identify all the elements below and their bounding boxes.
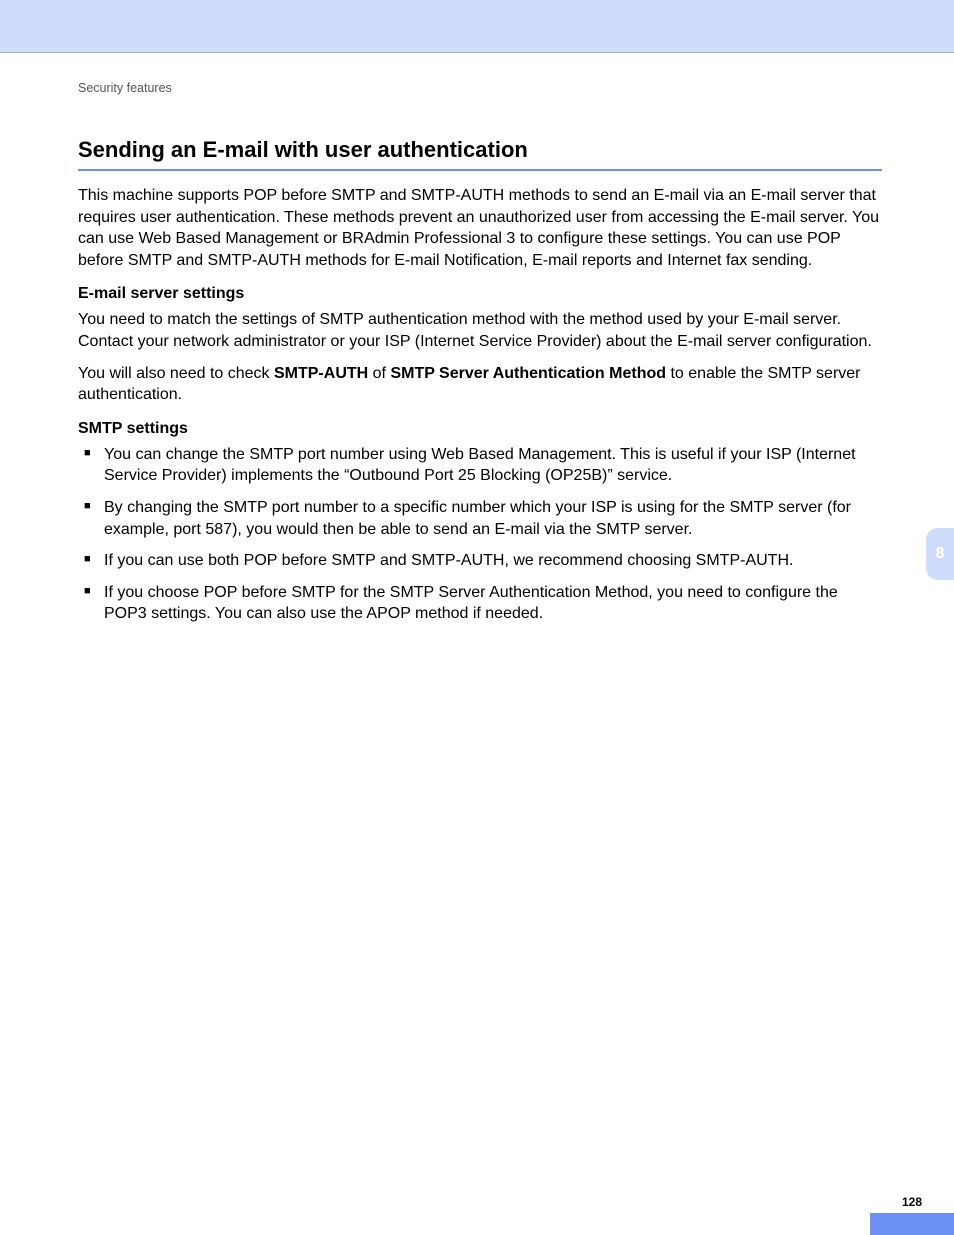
- section-heading-smtp-settings: SMTP settings: [78, 420, 882, 438]
- breadcrumb: Security features: [78, 81, 882, 95]
- section-heading-email-server: E-mail server settings: [78, 285, 882, 303]
- email-server-paragraph-2: You will also need to check SMTP-AUTH of…: [78, 363, 882, 406]
- smtp-bullet-list: You can change the SMTP port number usin…: [78, 444, 882, 625]
- intro-paragraph: This machine supports POP before SMTP an…: [78, 185, 882, 271]
- top-header-bar: [0, 0, 954, 52]
- bold-smtp-server-auth-method: SMTP Server Authentication Method: [390, 365, 666, 382]
- list-item: If you can use both POP before SMTP and …: [84, 550, 882, 572]
- chapter-tab: 8: [926, 528, 954, 580]
- list-item: By changing the SMTP port number to a sp…: [84, 497, 882, 540]
- text-fragment: You will also need to check: [78, 365, 274, 382]
- page-number: 128: [870, 1195, 954, 1209]
- page-number-tab: [870, 1213, 954, 1235]
- list-item: If you choose POP before SMTP for the SM…: [84, 582, 882, 625]
- text-fragment: of: [368, 365, 390, 382]
- page-title: Sending an E-mail with user authenticati…: [78, 137, 882, 163]
- page-content: Security features Sending an E-mail with…: [0, 53, 954, 625]
- page-footer: 128: [0, 1169, 954, 1235]
- bold-smtp-auth: SMTP-AUTH: [274, 365, 368, 382]
- email-server-paragraph-1: You need to match the settings of SMTP a…: [78, 309, 882, 352]
- title-underline: [78, 169, 882, 171]
- list-item: You can change the SMTP port number usin…: [84, 444, 882, 487]
